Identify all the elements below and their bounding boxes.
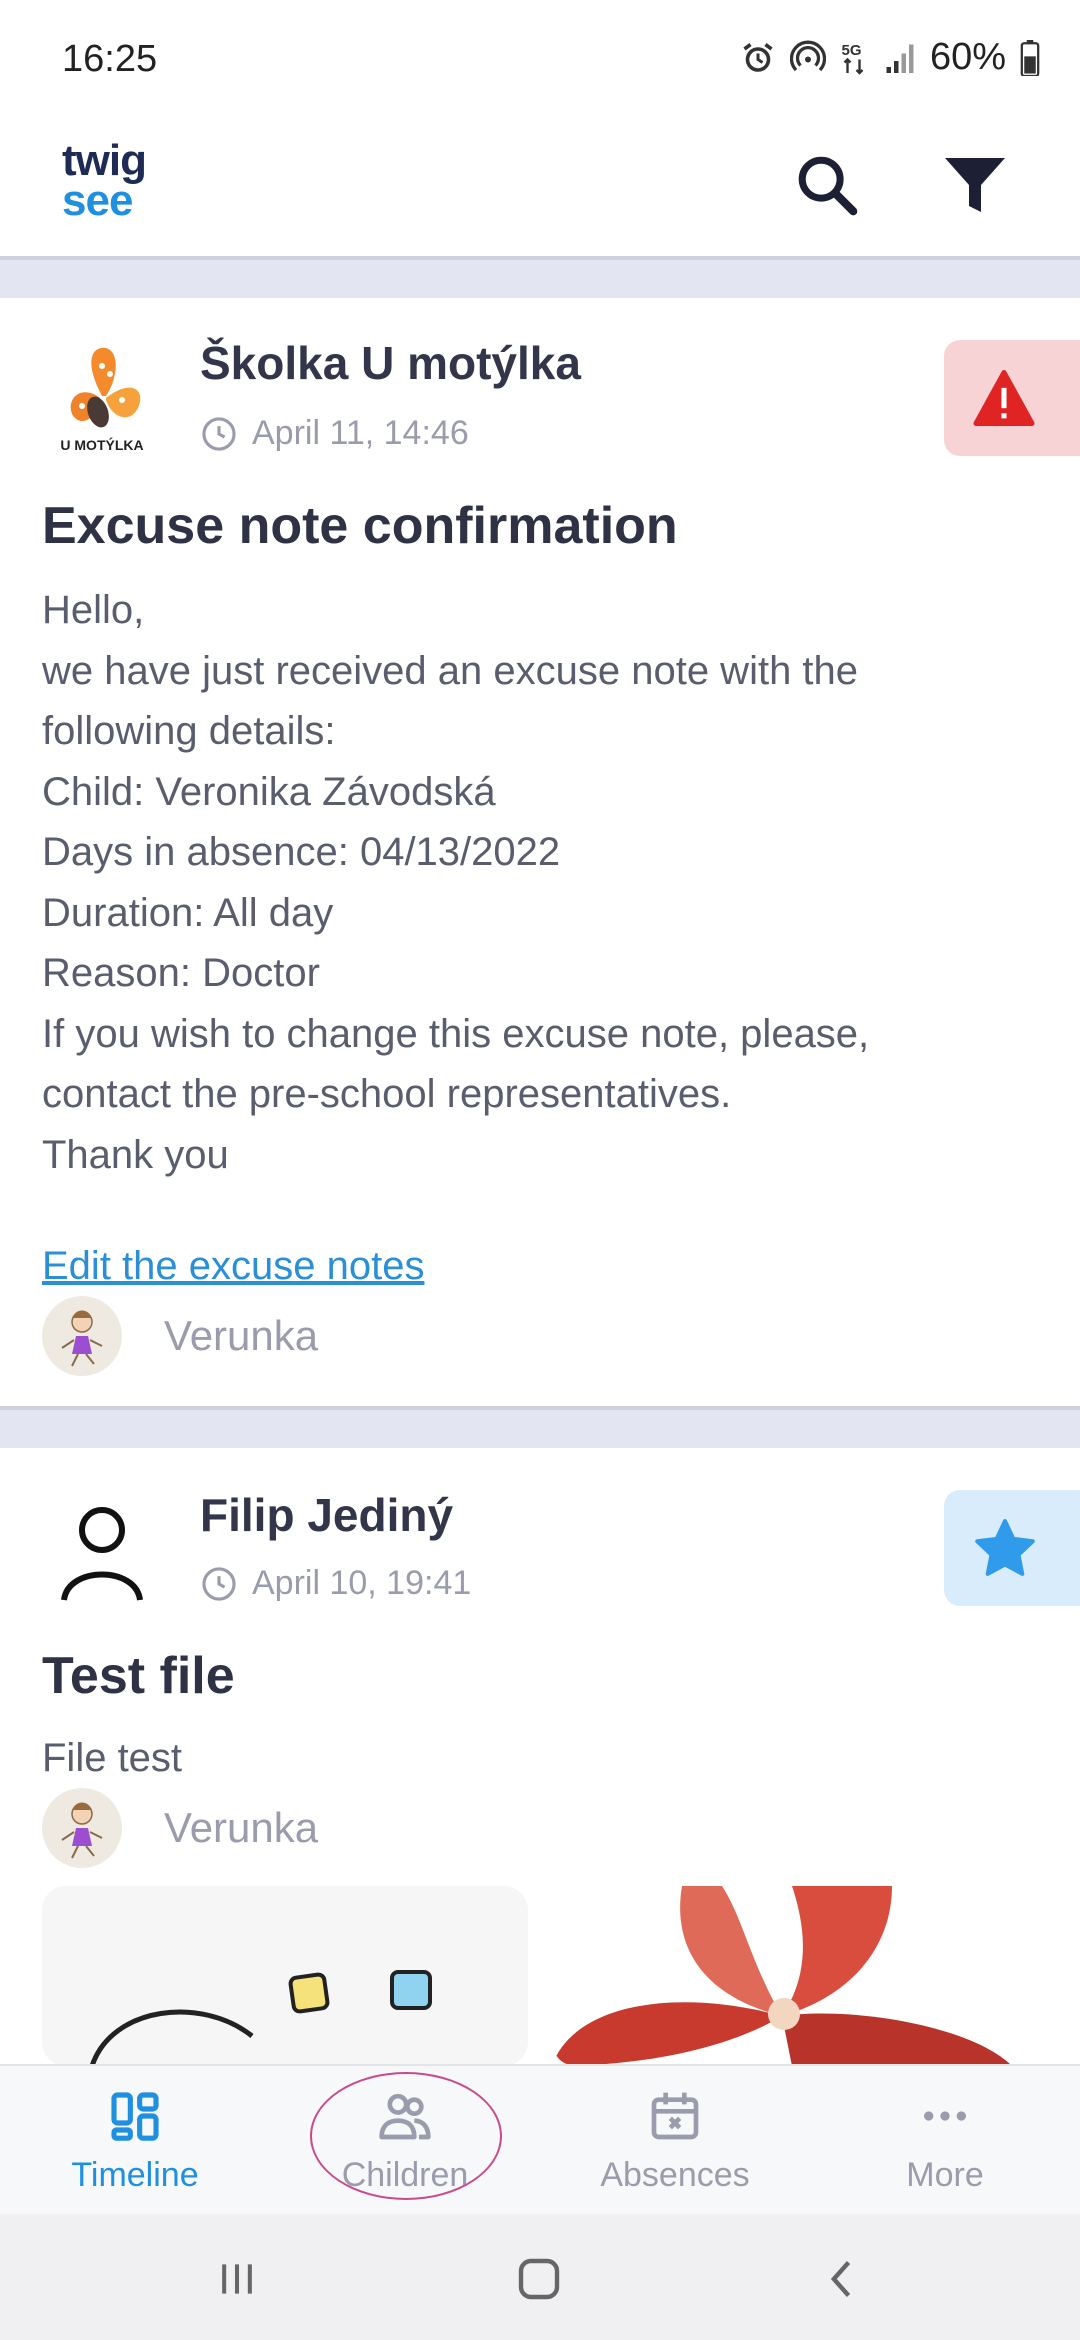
user-avatar	[42, 1488, 162, 1608]
nav-timeline[interactable]: Timeline	[0, 2066, 270, 2216]
clock-icon	[202, 416, 236, 451]
post-body-line: Thank you	[42, 1132, 229, 1177]
post-body-line: Child: Veronika Závodská	[42, 769, 496, 814]
post-author: Filip Jediný	[200, 1489, 454, 1541]
screen: 16:25 5G 60% twig see U MOTÝLKA Školka U…	[0, 0, 1080, 2340]
more-icon	[924, 2111, 966, 2121]
search-icon	[798, 156, 858, 216]
child-avatar	[42, 1788, 122, 1868]
child-tag[interactable]: Verunka	[42, 1788, 318, 1868]
kindergarten-avatar: U MOTÝLKA	[42, 338, 162, 458]
child-name: Verunka	[164, 1804, 319, 1851]
filter-button[interactable]	[930, 140, 1020, 230]
child-drawing-icon	[61, 1310, 103, 1367]
signal-icon	[886, 44, 914, 73]
edit-excuse-notes-link[interactable]: Edit the excuse notes	[42, 1244, 424, 1289]
app-bar: twig see	[0, 120, 1080, 260]
post-title: Test file	[42, 1647, 235, 1705]
post-body-line: contact the pre-school representatives.	[42, 1072, 732, 1116]
alert-icon	[973, 370, 1035, 426]
status-time: 16:25	[62, 38, 158, 80]
twigsee-logo[interactable]: twig see	[62, 136, 182, 226]
tap-highlight	[310, 2072, 502, 2200]
timeline-post[interactable]: U MOTÝLKA Školka U motýlka April 11, 14:…	[0, 298, 1080, 1406]
flower-image	[552, 1886, 1012, 2066]
nav-label: More	[906, 2156, 984, 2194]
post-author: Školka U motýlka	[200, 337, 581, 389]
timeline-icon	[111, 2092, 159, 2141]
attachment-thumbnail[interactable]	[42, 1886, 528, 2066]
post-body: File test	[42, 1728, 1042, 1789]
post-body-line: we have just received an excuse note wit…	[42, 648, 859, 693]
child-tag[interactable]: Verunka	[42, 1296, 318, 1376]
nav-absences[interactable]: Absences	[540, 2066, 810, 2216]
svg-text:5G: 5G	[841, 42, 861, 59]
drawing-image	[89, 1970, 432, 2066]
child-drawing-icon	[61, 1802, 103, 1859]
home-button[interactable]	[504, 2244, 574, 2314]
post-body-line: Duration: All day	[42, 890, 334, 935]
child-name: Verunka	[164, 1312, 319, 1359]
separator	[0, 1406, 1080, 1448]
nav-label: Absences	[600, 2156, 750, 2194]
search-button[interactable]	[782, 140, 872, 230]
butterfly-logo-icon: U MOTÝLKA	[60, 347, 144, 453]
separator	[0, 256, 1080, 298]
bottom-navigation: Timeline Children Absences More	[0, 2064, 1080, 2214]
battery-percent: 60%	[929, 36, 1006, 78]
post-body: Hello, we have just received an excuse n…	[42, 580, 1042, 1185]
logo-caption: U MOTÝLKA	[60, 436, 143, 453]
child-avatar	[42, 1296, 122, 1376]
back-button[interactable]	[808, 2244, 878, 2314]
favorite-badge[interactable]	[944, 1490, 1080, 1606]
star-icon	[975, 1519, 1035, 1576]
post-body-line: Days in absence: 04/13/2022	[42, 830, 561, 874]
post-body-line: following details:	[42, 709, 336, 753]
post-body-line: Hello,	[42, 588, 145, 632]
clock-icon	[202, 1566, 236, 1601]
post-date-text: April 10, 19:41	[252, 1564, 472, 1602]
post-date-text: April 11, 14:46	[252, 414, 469, 452]
post-title: Excuse note confirmation	[42, 497, 678, 555]
attachment-thumbnail[interactable]	[552, 1886, 1038, 2066]
post-date: April 11, 14:46	[200, 414, 469, 453]
back-icon	[830, 2261, 851, 2297]
filter-icon	[945, 158, 1005, 212]
priority-badge[interactable]	[944, 340, 1080, 456]
status-icons: 5G 60%	[740, 36, 1040, 79]
nav-label: Timeline	[71, 2156, 199, 2194]
post-date: April 10, 19:41	[200, 1564, 471, 1603]
alarm-icon	[743, 42, 773, 72]
recent-apps-button[interactable]	[202, 2244, 272, 2314]
status-bar: 16:25 5G 60%	[0, 0, 1080, 120]
calendar-icon	[651, 2092, 699, 2140]
battery-icon	[1020, 39, 1040, 76]
recent-apps-icon	[222, 2264, 252, 2294]
logo-text-bottom: see	[62, 176, 133, 225]
post-body-line: Reason: Doctor	[42, 951, 320, 995]
nav-more[interactable]: More	[810, 2066, 1080, 2216]
network-5g-icon: 5G	[841, 42, 864, 75]
user-icon	[61, 1507, 143, 1601]
post-body-line: If you wish to change this excuse note, …	[42, 1011, 870, 1056]
hotspot-icon	[789, 40, 826, 71]
system-navigation	[0, 2214, 1080, 2340]
post-body-line: File test	[42, 1736, 183, 1780]
home-icon	[518, 2258, 560, 2300]
